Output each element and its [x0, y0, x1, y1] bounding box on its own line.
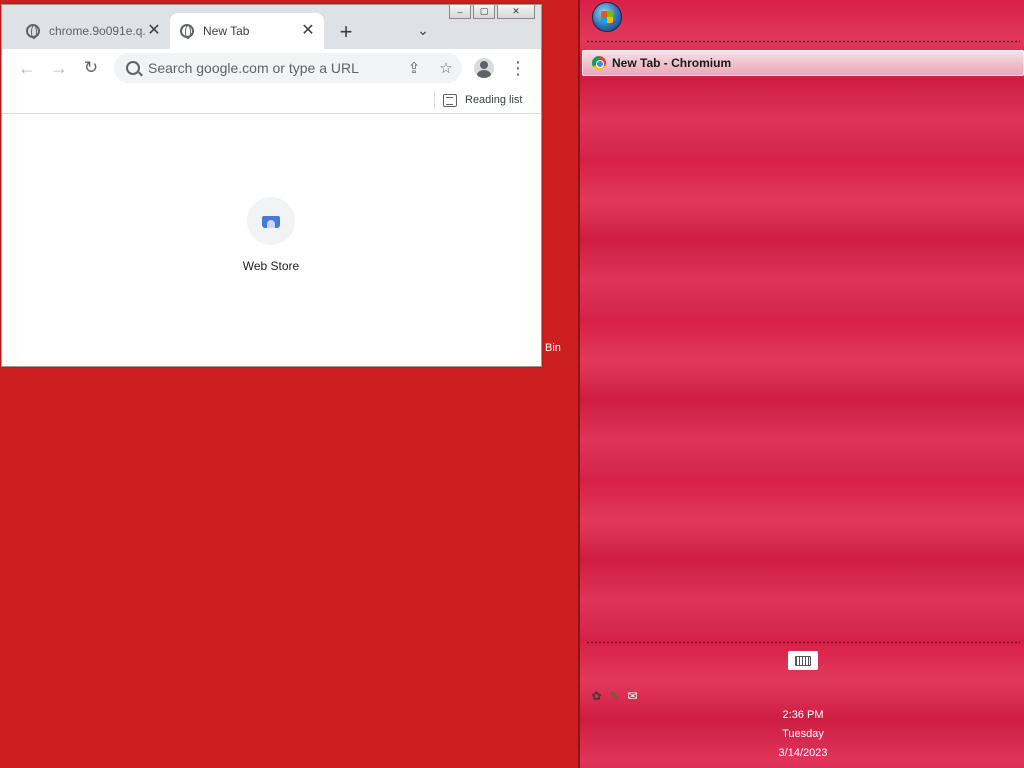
profile-avatar-icon[interactable] [474, 58, 494, 78]
tray-mail-icon[interactable]: ✉ [625, 689, 640, 704]
clock-date: 3/14/2023 [778, 747, 828, 759]
new-tab-page: Web Store [2, 115, 541, 366]
bookmarks-divider [434, 91, 435, 109]
close-window-button[interactable]: ✕ [497, 5, 535, 19]
back-button[interactable]: ← [16, 57, 38, 79]
chromium-window: – ▢ ✕ chrome.9o091e.q.p ✕ New Tab ✕ + ⌄ … [1, 4, 542, 367]
search-icon [126, 61, 140, 75]
task-button-chromium[interactable]: New Tab - Chromium [582, 50, 1024, 76]
bookmark-star-icon[interactable]: ☆ [436, 59, 456, 77]
tab-title: chrome.9o091e.q.p [49, 24, 146, 38]
reload-button[interactable]: ↻ [80, 57, 102, 79]
reading-list-icon [443, 93, 457, 107]
tab-new-tab[interactable]: New Tab ✕ [170, 13, 324, 49]
window-caption-buttons: – ▢ ✕ [449, 5, 541, 21]
minimize-button[interactable]: – [449, 5, 471, 19]
taskbar-separator [586, 641, 1020, 644]
tray-app-icon[interactable]: ✿ [589, 689, 604, 704]
address-bar-placeholder[interactable]: Search google.com or type a URL [148, 60, 404, 76]
system-tray: ✿ ✎ ✉ [589, 689, 640, 704]
globe-icon [26, 24, 40, 39]
tab-chrome-url[interactable]: chrome.9o091e.q.p ✕ [16, 13, 170, 49]
shortcut-tile[interactable] [247, 197, 295, 245]
recycle-bin-label[interactable]: Bin [545, 342, 561, 354]
start-button-icon[interactable] [592, 2, 622, 32]
globe-icon [180, 24, 194, 39]
shortcut-web-store[interactable]: Web Store [231, 197, 311, 273]
browser-toolbar: ← → ↻ Search google.com or type a URL ⇪ … [2, 49, 541, 87]
shortcut-label: Web Store [242, 259, 300, 273]
forward-button[interactable]: → [48, 57, 70, 79]
close-tab-icon[interactable]: ✕ [146, 23, 162, 39]
tab-strip: – ▢ ✕ chrome.9o091e.q.p ✕ New Tab ✕ + ⌄ [2, 5, 541, 49]
web-store-icon [262, 214, 280, 228]
keyboard-icon[interactable] [788, 651, 818, 670]
tray-edit-icon[interactable]: ✎ [607, 689, 622, 704]
maximize-button[interactable]: ▢ [473, 5, 495, 19]
tab-title: New Tab [203, 24, 250, 38]
task-button-label: New Tab - Chromium [612, 56, 732, 70]
clock-time: 2:36 PM [782, 709, 824, 721]
taskbar-panel: New Tab - Chromium ✿ ✎ ✉ 2:36 PM Tuesday… [578, 0, 1024, 768]
bookmarks-bar: Reading list [2, 87, 541, 114]
reading-list-label: Reading list [465, 94, 523, 106]
address-bar[interactable]: Search google.com or type a URL ⇪ ☆ [114, 53, 462, 83]
taskbar-clock[interactable]: 2:36 PM Tuesday 3/14/2023 [580, 706, 1024, 763]
kebab-menu-icon[interactable]: ⋮ [508, 57, 528, 79]
reading-list-button[interactable]: Reading list [443, 89, 522, 111]
chromium-icon [592, 56, 606, 70]
share-icon[interactable]: ⇪ [404, 59, 424, 77]
taskbar-separator [586, 40, 1020, 43]
tab-search-button[interactable]: ⌄ [413, 22, 433, 42]
close-tab-icon[interactable]: ✕ [300, 23, 316, 39]
new-tab-button[interactable]: + [334, 21, 358, 45]
clock-day: Tuesday [782, 728, 824, 740]
